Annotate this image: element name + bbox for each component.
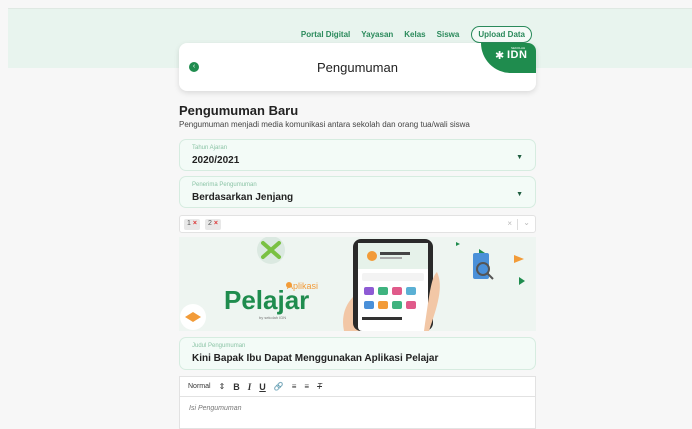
jenjang-multiselect[interactable]: 1 × 2 × × ⌄ (179, 215, 536, 233)
main-nav: Portal Digital Yayasan Kelas Siswa Uploa… (296, 26, 532, 43)
pelajar-app-banner: Aplikasi Pelajar by sekolah IDN (179, 237, 536, 331)
divider (517, 219, 518, 230)
penerima-value: Berdasarkan Jenjang (192, 192, 294, 203)
upload-data-button[interactable]: Upload Data (471, 26, 532, 43)
form-subtitle: Pengumuman menjadi media komunikasi anta… (179, 120, 470, 129)
sun-icon: ✱ (495, 50, 505, 62)
caret-down-icon: ▼ (516, 154, 523, 161)
editor-toolbar: Normal ⇕ B I U 🔗 ≡ ≡ T (180, 377, 535, 397)
clear-format-icon[interactable]: T (317, 382, 322, 391)
penerima-label: Penerima Pengumuman (192, 182, 257, 188)
format-select[interactable]: Normal (188, 383, 211, 390)
tahun-ajaran-select[interactable]: Tahun Ajaran 2020/2021 ▼ (179, 139, 536, 171)
chip-jenjang-2: 2 × (205, 219, 221, 230)
editor-placeholder[interactable]: Isi Pengumuman (189, 405, 242, 412)
tahun-ajaran-value: 2020/2021 (192, 155, 240, 166)
format-select-caret-icon[interactable]: ⇕ (219, 382, 226, 391)
remove-chip-icon[interactable]: × (214, 220, 218, 227)
banner-big-title: Pelajar (224, 285, 309, 315)
nav-kelas[interactable]: Kelas (404, 30, 425, 39)
banner-byline: by sekolah IDN (259, 315, 286, 320)
nav-siswa[interactable]: Siswa (437, 30, 460, 39)
page-title: Pengumuman (317, 60, 398, 75)
chevron-down-icon[interactable]: ⌄ (523, 218, 530, 227)
judul-input[interactable]: Kini Bapak Ibu Dapat Menggunakan Aplikas… (192, 353, 438, 364)
judul-pengumuman-field[interactable]: Judul Pengumuman Kini Bapak Ibu Dapat Me… (179, 337, 536, 370)
chip-jenjang-1: 1 × (184, 219, 200, 230)
penerima-select[interactable]: Penerima Pengumuman Berdasarkan Jenjang … (179, 176, 536, 208)
form-title: Pengumuman Baru (179, 103, 299, 118)
link-icon[interactable]: 🔗 (274, 382, 284, 391)
nav-portal-digital[interactable]: Portal Digital (301, 30, 350, 39)
italic-icon[interactable]: I (248, 382, 252, 392)
nav-yayasan[interactable]: Yayasan (361, 30, 393, 39)
bold-icon[interactable]: B (233, 382, 240, 392)
tahun-ajaran-label: Tahun Ajaran (192, 145, 228, 151)
judul-label: Judul Pengumuman (192, 343, 246, 349)
caret-down-icon: ▼ (516, 191, 523, 198)
bullet-list-icon[interactable]: ≡ (304, 382, 309, 391)
ordered-list-icon[interactable]: ≡ (292, 382, 297, 391)
rich-text-editor: Normal ⇕ B I U 🔗 ≡ ≡ T Isi Pengumuman (179, 376, 536, 429)
chip-label: 2 (208, 220, 212, 227)
remove-chip-icon[interactable]: × (193, 220, 197, 227)
page-header: ‹ Pengumuman ✱ SEKOLAH IDN (179, 43, 536, 91)
underline-icon[interactable]: U (259, 382, 266, 392)
clear-all-icon[interactable]: × (507, 219, 512, 228)
banner-illustration: Aplikasi Pelajar by sekolah IDN (179, 237, 536, 331)
chip-label: 1 (187, 220, 191, 227)
brand-text: IDN (507, 49, 528, 61)
